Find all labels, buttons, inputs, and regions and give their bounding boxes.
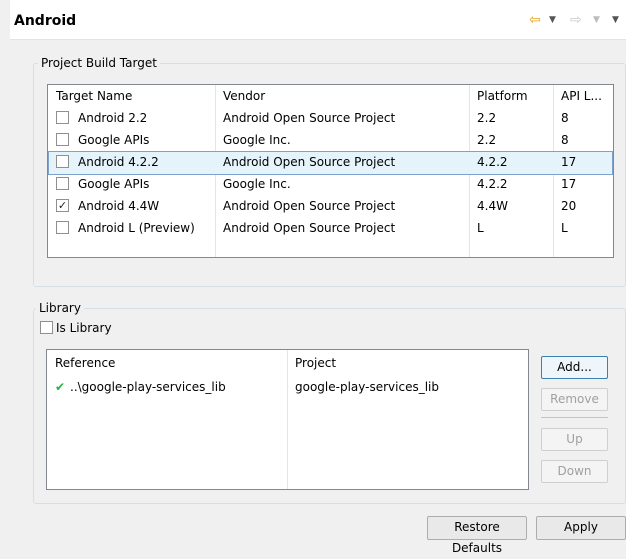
target-checkbox[interactable] xyxy=(56,155,69,168)
table-row[interactable]: Google APIs Google Inc. 4.2.2 17 xyxy=(48,173,613,195)
column-header-reference[interactable]: Reference xyxy=(55,355,115,371)
view-menu-icon[interactable]: ▼ xyxy=(612,13,619,27)
target-checkbox[interactable] xyxy=(56,133,69,146)
target-vendor: Google Inc. xyxy=(223,133,291,147)
page-title: Android xyxy=(14,13,77,29)
remove-library-button: Remove xyxy=(541,388,608,411)
target-name: Android 2.2 xyxy=(78,111,148,125)
target-name: Android 4.4W xyxy=(78,199,160,213)
library-reference: ..\google-play-services_lib xyxy=(70,380,226,394)
table-row-selected[interactable]: Android 4.2.2 Android Open Source Projec… xyxy=(48,151,613,175)
back-arrow-icon[interactable]: ⇦ xyxy=(529,12,541,28)
is-library-label[interactable]: Is Library xyxy=(56,320,112,336)
target-platform: L xyxy=(477,221,484,235)
target-platform: 4.2.2 xyxy=(477,177,508,191)
back-history-dropdown-icon[interactable]: ▼ xyxy=(549,13,556,27)
move-down-button: Down xyxy=(541,460,608,483)
target-name: Google APIs xyxy=(78,133,150,147)
add-library-button[interactable]: Add... xyxy=(541,356,608,379)
table-row[interactable]: Google APIs Google Inc. 2.2 8 xyxy=(48,129,613,151)
column-header-platform[interactable]: Platform xyxy=(477,88,528,104)
column-header-vendor[interactable]: Vendor xyxy=(223,88,265,104)
target-vendor: Google Inc. xyxy=(223,177,291,191)
target-name: Android L (Preview) xyxy=(78,221,195,235)
table-row[interactable]: ✓ Android 4.4W Android Open Source Proje… xyxy=(48,195,613,217)
target-vendor: Android Open Source Project xyxy=(223,199,396,213)
target-platform: 2.2 xyxy=(477,111,497,125)
build-target-table: Target Name Vendor Platform API L... And… xyxy=(47,84,614,258)
target-api-level: 8 xyxy=(561,133,569,147)
table-row[interactable]: Android 2.2 Android Open Source Project … xyxy=(48,107,613,129)
check-icon: ✔ xyxy=(55,380,66,394)
target-checkbox-checked[interactable]: ✓ xyxy=(56,199,69,212)
target-platform: 2.2 xyxy=(477,133,497,147)
library-reference-table: Reference Project ✔ ..\google-play-servi… xyxy=(46,349,529,490)
is-library-checkbox[interactable] xyxy=(40,321,53,334)
table-row[interactable]: Android L (Preview) Android Open Source … xyxy=(48,217,613,239)
table-row[interactable]: ✔ ..\google-play-services_lib google-pla… xyxy=(47,376,528,398)
forward-arrow-icon: ⇨ xyxy=(570,12,582,28)
target-platform: 4.4W xyxy=(477,199,508,213)
column-header-project[interactable]: Project xyxy=(295,355,336,371)
target-vendor: Android Open Source Project xyxy=(223,111,396,125)
target-name: Google APIs xyxy=(78,177,150,191)
column-header-target-name[interactable]: Target Name xyxy=(56,88,132,104)
target-vendor: Android Open Source Project xyxy=(223,221,396,235)
button-separator xyxy=(541,417,608,418)
target-api-level: 17 xyxy=(561,177,577,191)
column-header-api-level[interactable]: API L... xyxy=(561,88,602,104)
target-api-level: 20 xyxy=(561,199,577,213)
target-api-level: 17 xyxy=(561,155,577,169)
target-checkbox[interactable] xyxy=(56,177,69,190)
build-target-group-label: Project Build Target xyxy=(38,56,160,70)
target-api-level: 8 xyxy=(561,111,569,125)
restore-defaults-button[interactable]: Restore Defaults xyxy=(427,516,527,555)
forward-history-dropdown-icon: ▼ xyxy=(593,15,600,25)
library-group-label: Library xyxy=(36,301,84,315)
target-vendor: Android Open Source Project xyxy=(223,155,396,169)
target-name: Android 4.2.2 xyxy=(78,155,159,169)
target-checkbox[interactable] xyxy=(56,111,69,124)
target-api-level: L xyxy=(561,221,568,235)
target-checkbox[interactable] xyxy=(56,221,69,234)
target-platform: 4.2.2 xyxy=(477,155,508,169)
apply-button[interactable]: Apply xyxy=(536,516,626,540)
move-up-button: Up xyxy=(541,428,608,451)
library-project: google-play-services_lib xyxy=(295,380,440,394)
